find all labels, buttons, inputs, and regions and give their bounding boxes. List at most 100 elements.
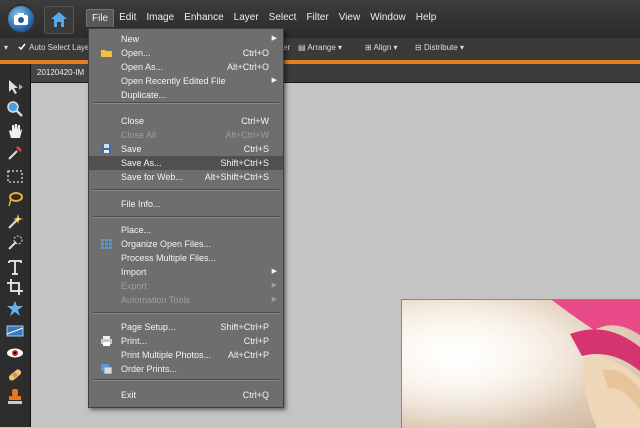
menu-item-label: New <box>121 34 140 44</box>
menu-item-label: Process Multiple Files... <box>121 253 217 263</box>
menu-item-label: Open... <box>121 48 151 58</box>
menu-layer[interactable]: Layer <box>229 9 264 27</box>
menu-item-label: Print Multiple Photos... <box>121 350 212 360</box>
menu-item-label: Close <box>121 116 145 126</box>
hand-tool-icon[interactable] <box>6 122 24 140</box>
file-menu-item-print-multiple-photos[interactable]: Print Multiple Photos... Alt+Ctrl+P <box>89 348 283 362</box>
home-button[interactable] <box>44 6 74 34</box>
auto-select-layer-checkbox[interactable]: Auto Select Layer <box>18 43 92 52</box>
arrange-button[interactable]: ▤ Arrange ▾ <box>298 43 342 52</box>
document-tab[interactable]: 20120420-IM <box>31 64 91 82</box>
align-label: Align <box>373 43 392 52</box>
healing-brush-tool-icon[interactable] <box>6 366 24 384</box>
menu-enhance[interactable]: Enhance <box>179 9 228 27</box>
file-menu-item-import[interactable]: Import ▶ <box>89 265 283 279</box>
floppy-icon <box>101 144 112 154</box>
file-menu-item-close[interactable]: Close Ctrl+W <box>89 114 283 128</box>
camera-icon[interactable] <box>6 4 36 34</box>
lasso-tool-icon[interactable] <box>6 190 24 208</box>
distribute-icon: ⊟ <box>415 43 422 52</box>
menu-select[interactable]: Select <box>264 9 302 27</box>
menu-item-shortcut: Ctrl+Q <box>242 390 269 400</box>
menu-item-label: Automation Tools <box>121 295 190 305</box>
distribute-label: Distribute <box>423 43 458 52</box>
layer-option-label: er <box>283 43 291 52</box>
menu-item-label: Save As... <box>121 158 162 168</box>
move-tool-icon[interactable] <box>6 78 24 96</box>
menu-separator <box>93 379 279 381</box>
file-menu-item-save[interactable]: Save Ctrl+S <box>89 142 283 156</box>
file-menu-dropdown: New ▶ Open... Ctrl+O Open As... Alt+Ctrl+O Ope… <box>88 28 284 408</box>
submenu-arrow-icon: ▶ <box>271 77 277 84</box>
photo-content <box>402 300 640 428</box>
menu-item-label: Close All <box>121 130 157 140</box>
menu-window[interactable]: Window <box>365 9 411 27</box>
eyedropper-tool-icon[interactable] <box>6 144 24 162</box>
file-menu-item-save-for-web[interactable]: Save for Web... Alt+Shift+Ctrl+S <box>89 170 283 184</box>
file-menu-item-open-as[interactable]: Open As... Alt+Ctrl+O <box>89 60 283 74</box>
file-menu-item-duplicate[interactable]: Duplicate... <box>89 88 283 102</box>
marquee-tool-icon[interactable] <box>6 168 24 186</box>
type-tool-icon[interactable] <box>6 258 24 276</box>
photo-canvas[interactable] <box>401 299 640 428</box>
file-menu-item-file-info[interactable]: File Info... <box>89 197 283 211</box>
straighten-tool-icon[interactable] <box>6 322 24 340</box>
file-menu-item-open-recently-edited-file[interactable]: Open Recently Edited File ▶ <box>89 74 283 88</box>
menu-item-shortcut: Shift+Ctrl+P <box>220 322 269 332</box>
menu-item-label: Open As... <box>121 62 164 72</box>
file-menu-item-new[interactable]: New ▶ <box>89 32 283 46</box>
menu-file[interactable]: File <box>86 9 115 27</box>
submenu-arrow-icon: ▶ <box>271 282 277 289</box>
menu-item-shortcut: Ctrl+S <box>243 144 269 154</box>
submenu-arrow-icon: ▶ <box>271 35 277 42</box>
file-menu-item-save-as[interactable]: Save As... Shift+Ctrl+S <box>89 156 283 170</box>
menu-help[interactable]: Help <box>411 9 442 27</box>
menu-item-shortcut: Shift+Ctrl+S <box>220 158 269 168</box>
file-menu-item-exit[interactable]: Exit Ctrl+Q <box>89 388 283 402</box>
menu-item-label: Order Prints... <box>121 364 178 374</box>
distribute-button[interactable]: ⊟ Distribute ▾ <box>415 43 464 52</box>
quick-selection-tool-icon[interactable] <box>6 234 24 252</box>
grid-icon <box>101 239 112 249</box>
menu-item-shortcut: Alt+Ctrl+O <box>226 62 269 72</box>
align-button[interactable]: ⊞ Align ▾ <box>365 43 398 52</box>
zoom-tool-icon[interactable] <box>6 100 24 118</box>
red-eye-tool-icon[interactable] <box>6 344 24 362</box>
crop-tool-icon[interactable] <box>6 278 24 296</box>
file-menu-item-order-prints[interactable]: Order Prints... <box>89 362 283 376</box>
menu-item-label: Import <box>121 267 147 277</box>
menu-filter[interactable]: Filter <box>301 9 333 27</box>
file-menu-item-place[interactable]: Place... <box>89 223 283 237</box>
menu-edit[interactable]: Edit <box>114 9 141 27</box>
main-menu: File Edit Image Enhance Layer Select Fil… <box>86 9 441 27</box>
menu-separator <box>93 189 279 191</box>
submenu-arrow-icon: ▶ <box>271 296 277 303</box>
menu-item-shortcut: Alt+Shift+Ctrl+S <box>204 172 269 182</box>
arrange-label: Arrange <box>307 43 336 52</box>
magic-wand-tool-icon[interactable] <box>6 212 24 230</box>
file-menu-item-process-multiple-files[interactable]: Process Multiple Files... <box>89 251 283 265</box>
menu-item-label: Page Setup... <box>121 322 176 332</box>
menu-item-label: Save for Web... <box>121 172 183 182</box>
menu-separator <box>93 312 279 314</box>
file-menu-item-organize-open-files[interactable]: Organize Open Files... <box>89 237 283 251</box>
submenu-arrow-icon: ▶ <box>271 268 277 275</box>
folder-icon <box>101 48 112 58</box>
menu-item-label: Print... <box>121 336 148 346</box>
file-menu-item-open[interactable]: Open... Ctrl+O <box>89 46 283 60</box>
stamp-tool-icon[interactable] <box>6 388 24 406</box>
menu-item-label: File Info... <box>121 199 161 209</box>
menu-view[interactable]: View <box>334 9 366 27</box>
checkmark-icon <box>18 43 26 51</box>
file-menu-item-export: Export ▶ <box>89 279 283 293</box>
menu-item-label: Organize Open Files... <box>121 239 212 249</box>
file-menu-item-close-all: Close All Alt+Ctrl+W <box>89 128 283 142</box>
menu-item-label: Open Recently Edited File <box>121 76 226 86</box>
menu-image[interactable]: Image <box>141 9 179 27</box>
file-menu-item-page-setup[interactable]: Page Setup... Shift+Ctrl+P <box>89 320 283 334</box>
menu-item-label: Place... <box>121 225 152 235</box>
file-menu-item-print[interactable]: Print... Ctrl+P <box>89 334 283 348</box>
cookie-cutter-tool-icon[interactable] <box>6 300 24 318</box>
align-icon: ⊞ <box>365 43 372 52</box>
options-dropdown-arrow-icon[interactable]: ▾ <box>4 43 8 52</box>
